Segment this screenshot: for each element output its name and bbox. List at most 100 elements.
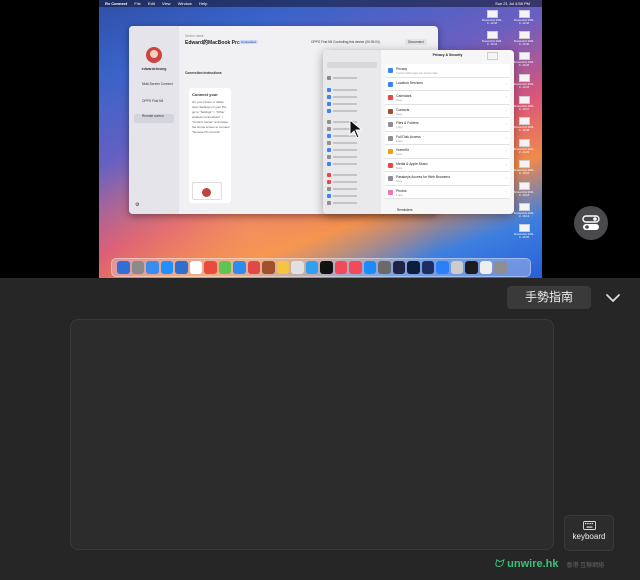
chevron-right-icon: › bbox=[505, 189, 507, 194]
settings-sidebar-row[interactable] bbox=[327, 102, 377, 107]
desktop-file-icon[interactable]: Screenshot 2024-0...16.22 bbox=[512, 160, 536, 175]
privacy-row-label: Privacy bbox=[396, 67, 408, 71]
settings-search-input[interactable] bbox=[327, 62, 377, 68]
hand-icon bbox=[388, 68, 393, 73]
remote-screen-view[interactable]: Rx Connect File Edit View Window Help Su… bbox=[0, 0, 640, 278]
settings-sidebar-row[interactable] bbox=[327, 173, 377, 178]
gesture-guide-button[interactable]: 手勢指南 bbox=[507, 286, 591, 309]
privacy-row[interactable]: Media & Apple Music None › bbox=[385, 158, 510, 172]
dock-app-icon[interactable] bbox=[363, 261, 376, 274]
calendar-icon bbox=[388, 95, 393, 100]
chevron-down-icon[interactable] bbox=[604, 290, 622, 306]
privacy-row[interactable]: Calendars None › bbox=[385, 91, 510, 105]
desktop-file-icon[interactable]: Screenshot 2024-0...16.33 bbox=[512, 74, 536, 89]
dock-app-icon[interactable] bbox=[146, 261, 159, 274]
settings-sidebar-row[interactable] bbox=[327, 109, 377, 114]
desktop-file-icon[interactable]: Screenshot 2024-0...16.05 bbox=[512, 224, 536, 239]
dock-app-icon[interactable] bbox=[494, 261, 507, 274]
desktop-file-icon[interactable]: Screenshot 2024-0...16.36 bbox=[512, 52, 536, 67]
dock-app-icon[interactable] bbox=[407, 261, 420, 274]
settings-sidebar-row[interactable] bbox=[327, 194, 377, 199]
desktop-file-label: Screenshot 2024-0...16.58 bbox=[481, 19, 503, 25]
dock-app-icon[interactable] bbox=[479, 261, 492, 274]
sidebar-item-multiscreen[interactable]: Multi-Screen Connect bbox=[134, 82, 174, 91]
dock-app-icon[interactable] bbox=[233, 261, 246, 274]
gear-icon[interactable]: ⚙ bbox=[135, 202, 139, 208]
desktop-file-icon[interactable]: Screenshot 2024-0...15.58 bbox=[480, 52, 504, 67]
menubar-item: File bbox=[134, 1, 141, 6]
watermark-logo-icon: ᗢ bbox=[494, 557, 504, 570]
settings-sidebar-row[interactable] bbox=[327, 148, 377, 153]
file-thumbnail-icon bbox=[486, 52, 498, 60]
desktop-file-icon[interactable]: Screenshot 2024-0...16.46 bbox=[512, 10, 536, 25]
desktop-file-icon[interactable]: Screenshot 2024-0...16.12 bbox=[512, 203, 536, 218]
settings-sidebar-row[interactable] bbox=[327, 95, 377, 100]
settings-sidebar-row[interactable] bbox=[327, 187, 377, 192]
user-name: edwardcheung bbox=[141, 67, 167, 71]
desktop-file-icon[interactable]: Screenshot 2024-0...16.25 bbox=[512, 139, 536, 154]
privacy-row[interactable]: Full Disk Access 1 app › bbox=[385, 131, 510, 145]
dock-app-icon[interactable] bbox=[305, 261, 318, 274]
desktop-file-icon[interactable]: Screenshot 2024-0...16.40 bbox=[512, 31, 536, 46]
dock-app-icon[interactable] bbox=[291, 261, 304, 274]
control-panel: 手勢指南 keyboard ᗢ unwire.hk 香港 互聯網絡 bbox=[0, 278, 640, 580]
dock-app-icon[interactable] bbox=[349, 261, 362, 274]
dock-app-icon[interactable] bbox=[436, 261, 449, 274]
dock-app-icon[interactable] bbox=[421, 261, 434, 274]
dock-app-icon[interactable] bbox=[175, 261, 188, 274]
desktop-file-icon[interactable]: Screenshot 2024-0...16.31 bbox=[512, 96, 536, 111]
dock-app-icon[interactable] bbox=[189, 261, 202, 274]
desktop-file-icon[interactable]: Screenshot 2024-0...16.28 bbox=[512, 117, 536, 132]
privacy-row[interactable]: Contacts None › bbox=[385, 104, 510, 118]
file-thumbnail-icon bbox=[518, 203, 530, 211]
chevron-right-icon: › bbox=[505, 122, 507, 126]
dock-app-icon[interactable] bbox=[392, 261, 405, 274]
settings-sidebar-row[interactable] bbox=[327, 201, 377, 206]
dock-app-icon[interactable] bbox=[247, 261, 260, 274]
desktop-file-label: Screenshot 2024-0...16.22 bbox=[513, 169, 535, 175]
dock-app-icon[interactable] bbox=[218, 261, 231, 274]
sidebar-item-remote-control[interactable]: Remote control bbox=[134, 114, 174, 123]
dock-app-icon[interactable] bbox=[131, 261, 144, 274]
settings-sidebar-row[interactable] bbox=[327, 162, 377, 167]
touchpad-area[interactable] bbox=[70, 319, 554, 550]
privacy-row[interactable]: Location Services › bbox=[385, 77, 510, 91]
dock-app-icon[interactable] bbox=[204, 261, 217, 274]
desktop-file-label: Screenshot 2024-0...15.58 bbox=[481, 61, 503, 67]
settings-sidebar-row[interactable] bbox=[327, 88, 377, 93]
privacy-row[interactable]: HomeKit None › bbox=[385, 145, 510, 159]
dock-app-icon[interactable] bbox=[262, 261, 275, 274]
privacy-row-label: HomeKit bbox=[396, 148, 410, 152]
privacy-row[interactable]: Photos 1 app › bbox=[385, 185, 510, 199]
desktop-file-icon[interactable]: Screenshot 2024-0...16.44 bbox=[480, 31, 504, 46]
settings-sidebar-row[interactable] bbox=[327, 141, 377, 146]
privacy-row-sub: 1 app bbox=[396, 193, 403, 197]
card-text: On your phone or tablet, open Settings o… bbox=[192, 100, 230, 134]
settings-sidebar-row[interactable] bbox=[327, 76, 377, 81]
sidebar-item-phone[interactable]: OPPO Find N5 bbox=[134, 99, 174, 108]
dock-app-icon[interactable] bbox=[117, 261, 130, 274]
mac-desktop[interactable]: Rx Connect File Edit View Window Help Su… bbox=[99, 0, 542, 278]
dock-app-icon[interactable] bbox=[276, 261, 289, 274]
desktop-file-icon[interactable]: Screenshot 2024-0...16.58 bbox=[480, 10, 504, 25]
desktop-file-icon[interactable]: Screenshot 2024-0...16.18 bbox=[512, 182, 536, 197]
dock-app-icon[interactable] bbox=[450, 261, 463, 274]
dock-app-icon[interactable] bbox=[160, 261, 173, 274]
desktop-file-label: Screenshot 2024-0...16.40 bbox=[513, 40, 535, 46]
card-title: Connect your bbox=[192, 92, 218, 97]
toggle-view-button[interactable] bbox=[574, 206, 608, 240]
settings-sidebar-row[interactable] bbox=[327, 180, 377, 185]
dock-app-icon[interactable] bbox=[378, 261, 391, 274]
dock-app-icon[interactable] bbox=[465, 261, 478, 274]
status-badge: Connected bbox=[239, 40, 258, 44]
connection-status: OPPO Find N5 Controlling this device (00… bbox=[311, 40, 380, 44]
dock-app-icon[interactable] bbox=[334, 261, 347, 274]
keyboard-button[interactable]: keyboard bbox=[564, 515, 614, 551]
disconnect-button[interactable]: Disconnect bbox=[405, 39, 427, 45]
privacy-row[interactable]: Passkeys Access for Web Browsers None › bbox=[385, 172, 510, 186]
privacy-row[interactable]: Files & Folders 1 app › bbox=[385, 118, 510, 132]
dock-app-icon[interactable] bbox=[320, 261, 333, 274]
settings-sidebar-row[interactable] bbox=[327, 155, 377, 160]
privacy-row-label: Calendars bbox=[396, 94, 412, 98]
privacy-footer-item[interactable]: Reminders bbox=[397, 208, 412, 212]
